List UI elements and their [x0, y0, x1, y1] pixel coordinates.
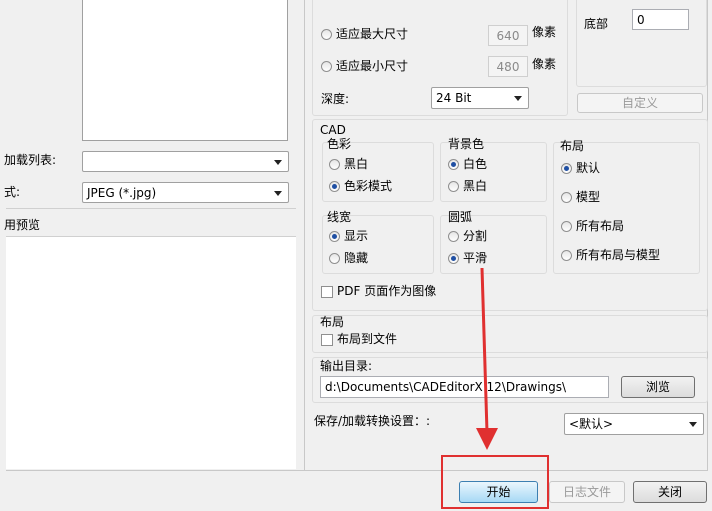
annotation-highlight-box [441, 455, 549, 509]
annotation-arrow-head [476, 428, 498, 450]
annotation-arrow [476, 267, 498, 450]
annotation-arrow-line [480, 267, 489, 433]
